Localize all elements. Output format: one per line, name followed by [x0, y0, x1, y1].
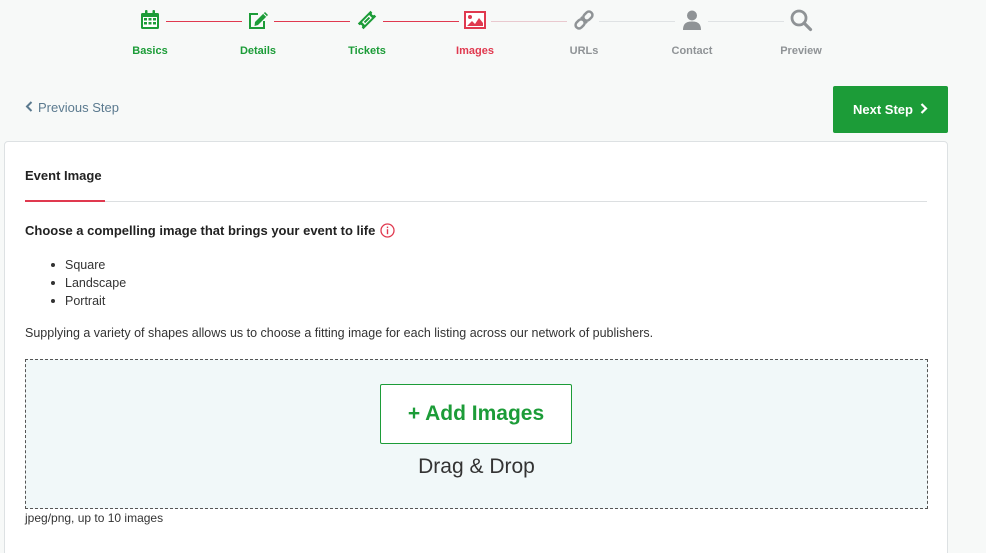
step-label: Tickets: [348, 45, 386, 57]
next-step-label: Next Step: [853, 102, 913, 117]
event-image-card: Event Image Choose a compelling image th…: [4, 141, 948, 553]
step-label: Preview: [780, 45, 822, 57]
add-images-button[interactable]: + Add Images: [380, 384, 572, 444]
chevron-right-icon: [919, 102, 928, 117]
heading-text: Choose a compelling image that brings yo…: [25, 223, 376, 238]
info-icon[interactable]: [380, 223, 395, 238]
ticket-icon: [353, 6, 381, 34]
description-text: Supplying a variety of shapes allows us …: [25, 326, 654, 340]
step-label: URLs: [569, 45, 599, 57]
progress-stepper: Basics Details Tickets Images URLs Conta…: [96, 6, 856, 66]
list-item: Portrait: [45, 292, 126, 310]
next-step-button[interactable]: Next Step: [833, 86, 948, 133]
list-item: Square: [45, 256, 126, 274]
step-tickets[interactable]: Tickets: [313, 6, 421, 57]
previous-step-label: Previous Step: [38, 100, 119, 115]
calendar-icon: [136, 6, 164, 34]
chevron-left-icon: [25, 100, 34, 115]
file-type-hint: jpeg/png, up to 10 images: [25, 511, 164, 525]
step-label: Images: [456, 45, 494, 57]
step-contact[interactable]: Contact: [638, 6, 746, 57]
step-label: Details: [239, 45, 277, 57]
search-icon: [787, 6, 815, 34]
step-urls[interactable]: URLs: [530, 6, 638, 57]
section-heading: Choose a compelling image that brings yo…: [25, 223, 395, 238]
image-icon: [461, 6, 489, 34]
step-label: Contact: [671, 45, 713, 57]
step-preview[interactable]: Preview: [747, 6, 855, 57]
tab-event-image[interactable]: Event Image: [25, 168, 102, 183]
step-details[interactable]: Details: [204, 6, 312, 57]
previous-step-link[interactable]: Previous Step: [25, 100, 119, 115]
step-label: Basics: [132, 45, 168, 57]
active-tab-indicator: [25, 200, 105, 202]
step-basics[interactable]: Basics: [96, 6, 204, 57]
drag-drop-label: Drag & Drop: [418, 455, 535, 478]
edit-icon: [244, 6, 272, 34]
user-icon: [678, 6, 706, 34]
list-item: Landscape: [45, 274, 126, 292]
step-images[interactable]: Images: [421, 6, 529, 57]
shape-list: Square Landscape Portrait: [45, 256, 126, 310]
image-dropzone[interactable]: + Add Images Drag & Drop: [25, 359, 928, 509]
tab-divider: [25, 201, 927, 202]
link-icon: [570, 6, 598, 34]
